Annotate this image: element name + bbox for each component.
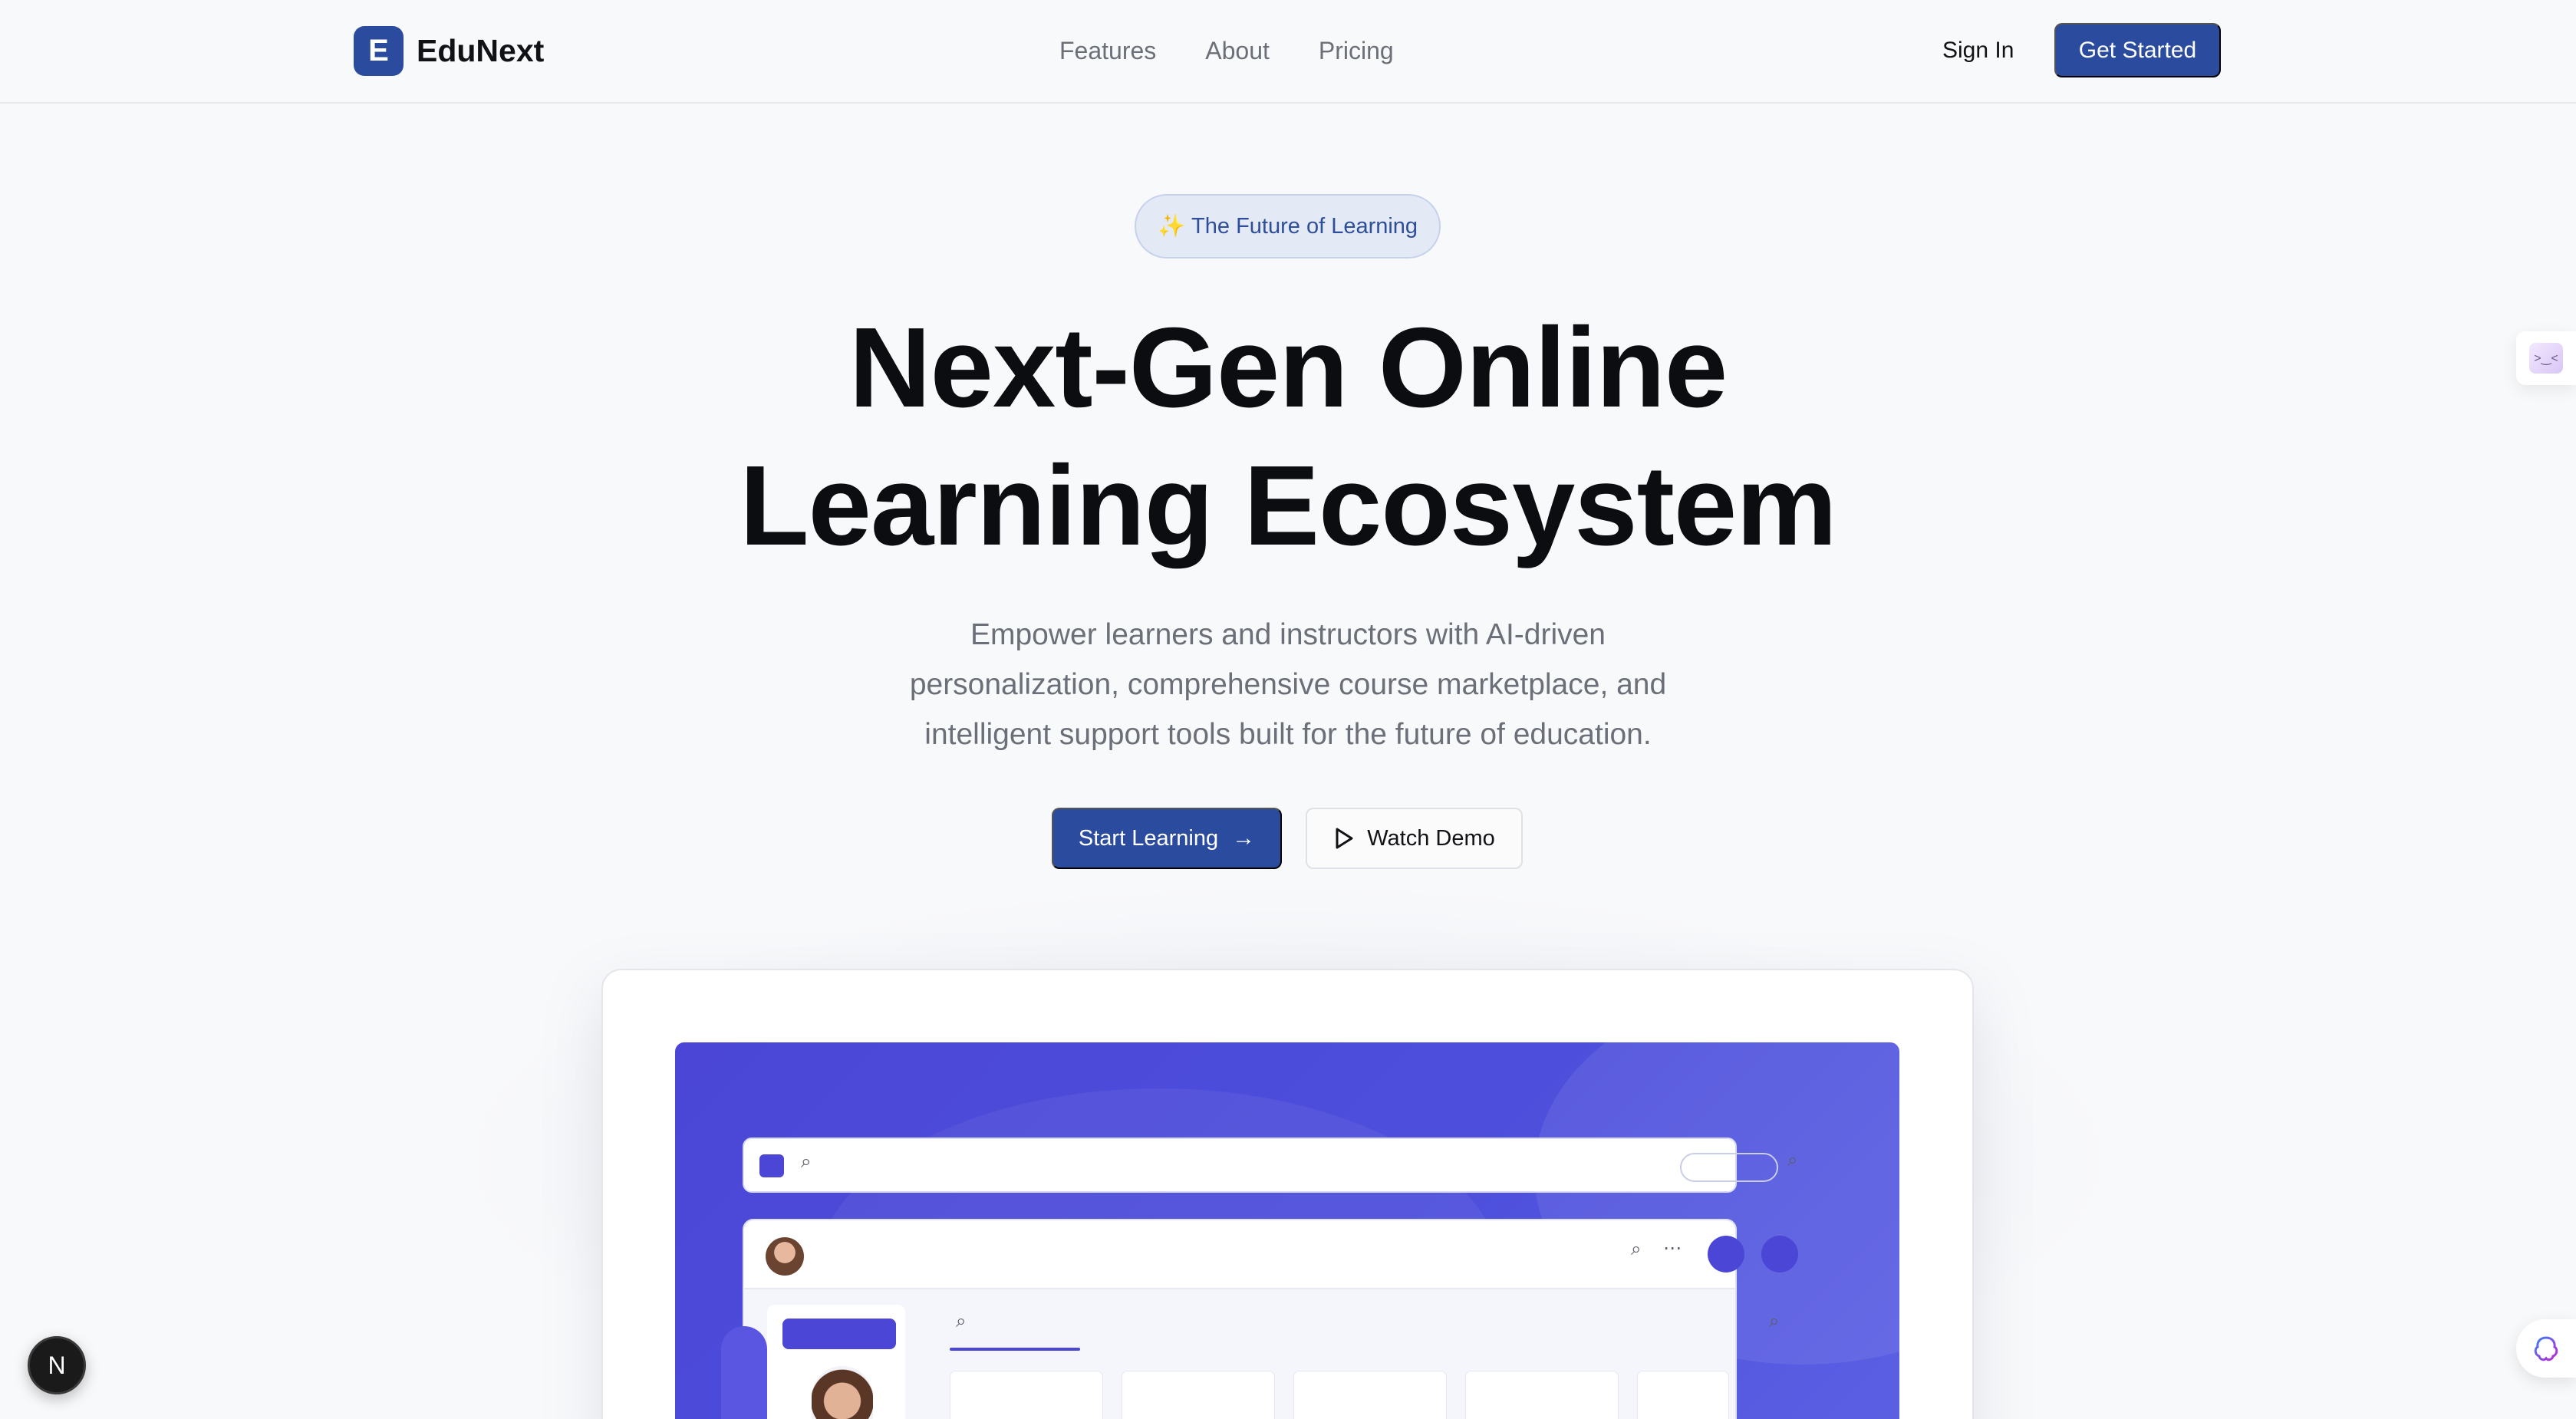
preview-course-card (1465, 1371, 1619, 1419)
sign-in-link[interactable]: Sign In (1942, 35, 2014, 66)
hero-badge: ✨ The Future of Learning (1135, 194, 1441, 258)
avatar (766, 1237, 804, 1276)
app-preview-image: ⌕ ⌕ ⌕ ⋯ ⌕ ⌕ (675, 1042, 1899, 1419)
arrow-right-icon: → (1232, 825, 1256, 851)
watch-demo-label: Watch Demo (1367, 825, 1495, 851)
preview-course-card (1637, 1371, 1729, 1419)
preview-search-bar: ⌕ ⌕ (743, 1138, 1797, 1193)
play-icon (1336, 828, 1353, 849)
home-icon (759, 1154, 784, 1177)
search-icon: ⌕ (801, 1151, 812, 1172)
preview-chat-icon (1761, 1236, 1798, 1272)
logo-mark: E (354, 26, 404, 76)
preview-filter-pill (1680, 1153, 1778, 1182)
assistant-face-icon: >‿< (2529, 343, 2563, 374)
preview-window: ⌕ ⋯ ⌕ ⌕ (743, 1219, 1798, 1419)
preview-sidebar-button (782, 1319, 896, 1349)
preview-side-tab (721, 1326, 767, 1419)
preview-course-card (950, 1371, 1103, 1419)
hero-badge-label: The Future of Learning (1191, 213, 1418, 239)
more-icon: ⋯ (1663, 1238, 1682, 1259)
ai-brain-launcher[interactable] (2516, 1319, 2576, 1378)
hero-title: Next-Gen Online Learning Ecosystem (0, 299, 2576, 575)
search-icon: ⌕ (1769, 1311, 1780, 1332)
brand-logo[interactable]: E EduNext (354, 26, 544, 76)
preview-action-icon (1708, 1236, 1744, 1272)
search-icon: ⌕ (1787, 1150, 1798, 1170)
assistant-launcher[interactable]: >‿< (2516, 331, 2576, 385)
preview-tab-underline (950, 1348, 1080, 1351)
nav-link-pricing[interactable]: Pricing (1319, 34, 1394, 67)
preview-sidebar (767, 1305, 905, 1419)
nav-links: Features About Pricing (1059, 34, 1443, 67)
instructor-photo (812, 1366, 873, 1419)
preview-window-header: ⌕ ⋯ (744, 1220, 1798, 1289)
hero-title-line-1: Next-Gen Online (848, 305, 1728, 431)
search-icon: ⌕ (956, 1311, 967, 1332)
top-navbar: E EduNext Features About Pricing Sign In… (0, 0, 2576, 104)
start-learning-label: Start Learning (1078, 825, 1219, 851)
nav-link-about[interactable]: About (1205, 34, 1270, 67)
preview-course-card (1122, 1371, 1275, 1419)
search-icon: ⌕ (1631, 1239, 1642, 1259)
get-started-button[interactable]: Get Started (2054, 23, 2221, 77)
dev-tools-badge[interactable]: N (28, 1336, 86, 1394)
nav-link-features[interactable]: Features (1059, 34, 1156, 67)
hero-title-line-2: Learning Ecosystem (740, 443, 1837, 569)
sparkles-icon: ✨ (1157, 214, 1186, 239)
hero-subtitle: Empower learners and instructors with AI… (909, 618, 1667, 751)
preview-course-card (1293, 1371, 1447, 1419)
brain-icon (2534, 1336, 2558, 1361)
brand-name: EduNext (417, 33, 545, 68)
